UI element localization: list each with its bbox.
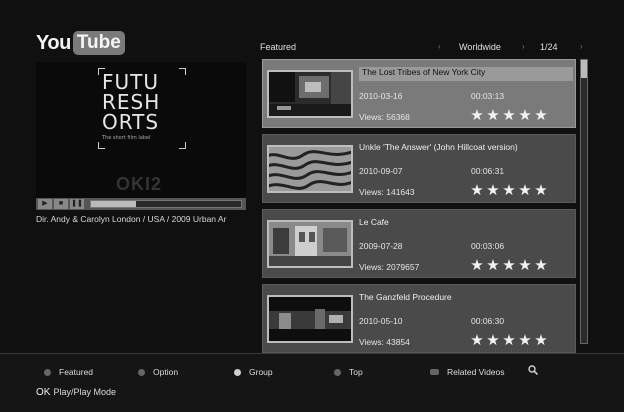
star-icon: ★ (518, 107, 532, 124)
tv-screen: You Tube FUTU RESH ORTS The short film l… (0, 0, 624, 412)
remote-key-icon (430, 369, 439, 375)
video-title: The Ganzfeld Procedure (359, 292, 452, 302)
key-option-label: Option (153, 367, 179, 377)
brand-tagline: The short film label (102, 135, 151, 141)
star-icon: ★ (502, 182, 516, 199)
star-icon: ★ (470, 107, 484, 124)
star-icon: ★ (470, 257, 484, 274)
preview-ghost-text: OKI2 (116, 174, 163, 194)
video-item[interactable]: The Ganzfeld Procedure 2010-05-10 00:06:… (262, 284, 576, 353)
star-icon: ★ (518, 332, 532, 349)
star-icon: ★ (518, 182, 532, 199)
video-views: Views: 56368 (359, 112, 410, 122)
star-icon: ★ (534, 332, 548, 349)
ok-key: OK (36, 387, 51, 398)
key-top[interactable]: Top (334, 367, 363, 377)
youtube-logo: You Tube (36, 30, 125, 56)
key-related-label: Related Videos (447, 367, 505, 377)
list-scrollbar[interactable] (580, 59, 588, 344)
ok-key-label: Play/Play Mode (53, 387, 116, 397)
star-icon: ★ (534, 257, 548, 274)
video-duration: 00:06:30 (471, 316, 505, 326)
video-item[interactable]: Unkle 'The Answer' (John Hillcoat versio… (262, 134, 576, 203)
brand-line-3: ORTS (102, 110, 160, 134)
blue-key-icon (334, 368, 341, 376)
scrollbar-thumb[interactable] (581, 60, 587, 78)
video-list: The Lost Tribes of New York City 2010-03… (262, 59, 576, 359)
star-icon: ★ (534, 107, 548, 124)
play-icon[interactable]: ▶ (38, 199, 52, 209)
video-item[interactable]: The Lost Tribes of New York City 2010-03… (262, 59, 576, 128)
video-date: 2010-09-07 (359, 166, 403, 176)
key-group-label: Group (249, 367, 273, 377)
rating-stars: ★ ★ ★ ★ ★ (469, 108, 549, 123)
video-duration: 00:06:31 (471, 166, 505, 176)
region-prev-icon[interactable]: ‹ (438, 42, 441, 51)
video-caption: Dir. Andy & Carolyn London / USA / 2009 … (36, 214, 227, 224)
list-category: Featured (260, 42, 297, 52)
video-date: 2009-07-28 (359, 241, 403, 251)
star-icon: ★ (470, 182, 484, 199)
futureshorts-logo: FUTU RESH ORTS The short film label (98, 68, 186, 149)
progress-fill (91, 201, 136, 207)
video-date: 2010-03-16 (359, 91, 403, 101)
search-icon (528, 365, 538, 375)
video-views: Views: 43854 (359, 337, 410, 347)
star-icon: ★ (486, 182, 500, 199)
player-controls: ▶ ■ ❚❚ (36, 198, 246, 210)
pause-icon[interactable]: ❚❚ (70, 199, 84, 209)
video-date: 2010-05-10 (359, 316, 403, 326)
video-duration: 00:03:06 (471, 241, 505, 251)
region-next-icon[interactable]: › (522, 42, 525, 51)
red-key-icon (44, 368, 51, 376)
video-thumbnail (267, 220, 353, 268)
key-related-videos[interactable]: Related Videos (430, 367, 505, 377)
rating-stars: ★ ★ ★ ★ ★ (469, 183, 549, 198)
video-title: The Lost Tribes of New York City (359, 67, 573, 81)
brand-line-1: FUTU (102, 70, 159, 94)
key-featured-label: Featured (59, 367, 94, 377)
video-thumbnail (267, 70, 353, 118)
video-preview[interactable]: FUTU RESH ORTS The short film label OKI2 (36, 62, 246, 198)
green-key-icon (138, 368, 145, 376)
logo-you: You (36, 31, 71, 54)
key-option[interactable]: Option (138, 367, 178, 377)
video-views: Views: 2079657 (359, 262, 420, 272)
video-title: Le Cafe (359, 217, 389, 227)
logo-tube: Tube (72, 31, 125, 55)
star-icon: ★ (502, 332, 516, 349)
key-top-label: Top (349, 367, 363, 377)
rating-stars: ★ ★ ★ ★ ★ (469, 258, 549, 273)
list-region[interactable]: Worldwide (459, 42, 501, 52)
key-guide-bar (0, 353, 624, 412)
page-next-icon[interactable]: › (580, 42, 583, 51)
playback-progress[interactable] (90, 200, 242, 208)
star-icon: ★ (502, 107, 516, 124)
star-icon: ★ (470, 332, 484, 349)
key-group[interactable]: Group (234, 367, 273, 377)
brand-line-2: RESH (102, 90, 161, 114)
video-views: Views: 141643 (359, 187, 415, 197)
star-icon: ★ (518, 257, 532, 274)
star-icon: ★ (534, 182, 548, 199)
rating-stars: ★ ★ ★ ★ ★ (469, 333, 549, 348)
ok-key-hint: OK Play/Play Mode (36, 387, 116, 398)
star-icon: ★ (486, 107, 500, 124)
key-featured[interactable]: Featured (44, 367, 93, 377)
yellow-key-icon (234, 368, 241, 376)
video-duration: 00:03:13 (471, 91, 505, 101)
stop-icon[interactable]: ■ (54, 199, 68, 209)
video-thumbnail (267, 295, 353, 343)
star-icon: ★ (486, 332, 500, 349)
search-key[interactable] (528, 365, 538, 375)
page-indicator: 1/24 (540, 42, 558, 52)
video-item[interactable]: Le Cafe 2009-07-28 00:03:06 Views: 20796… (262, 209, 576, 278)
star-icon: ★ (502, 257, 516, 274)
video-title: Unkle 'The Answer' (John Hillcoat versio… (359, 142, 518, 152)
star-icon: ★ (486, 257, 500, 274)
video-thumbnail (267, 145, 353, 193)
